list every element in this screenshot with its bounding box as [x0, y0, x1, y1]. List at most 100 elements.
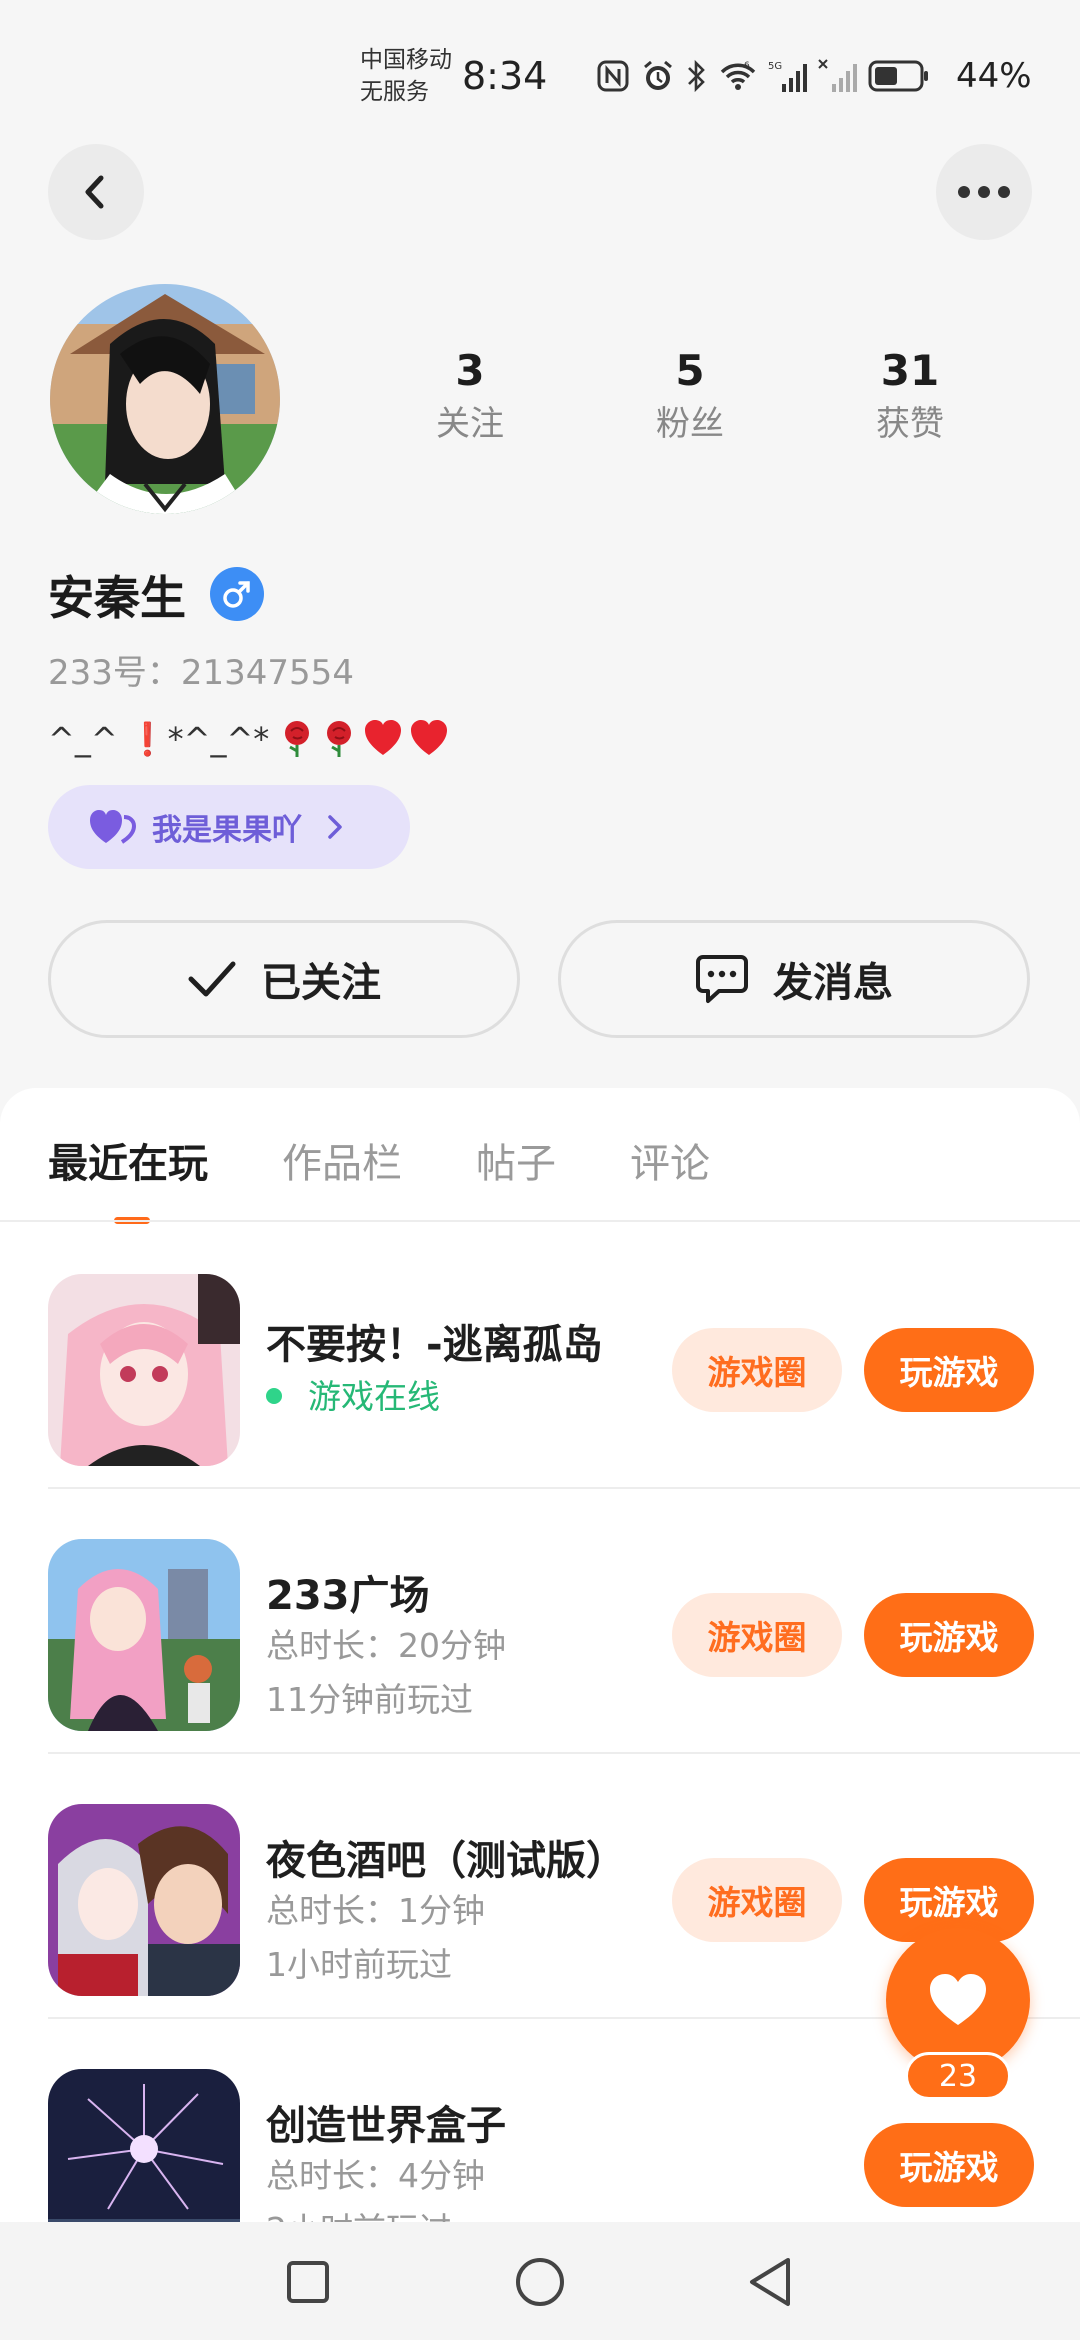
game-title: 夜色酒吧（测试版） [266, 1838, 626, 1884]
bio-text: ^_^ ❗*^_^* [48, 720, 270, 758]
tab-bar: 最近在玩 作品栏 帖子 评论 [48, 1124, 784, 1224]
square-icon [287, 2261, 329, 2303]
rose-icon [285, 721, 310, 757]
stat-label: 粉丝 [656, 404, 724, 444]
tab-label: 最近在玩 [48, 1141, 208, 1187]
tab-comments[interactable]: 评论 [630, 1124, 710, 1204]
game-thumbnail [48, 1804, 240, 1996]
like-count-badge: 23 [905, 2052, 1011, 2100]
stat-value: 3 [455, 346, 485, 395]
home-button[interactable] [510, 2252, 570, 2312]
content-panel: 最近在玩 作品栏 帖子 评论 不要按！-逃离孤岛 游戏在线 游戏圈 玩游戏 23… [0, 1088, 1080, 2340]
game-thumbnail [48, 1274, 240, 1466]
followed-button[interactable]: 已关注 [48, 920, 520, 1038]
signal-5g-icon: 5G [768, 61, 807, 92]
send-message-button[interactable]: 发消息 [558, 920, 1030, 1038]
play-game-button[interactable]: 玩游戏 [864, 2123, 1034, 2207]
gender-male-icon [210, 567, 264, 621]
triangle-back-icon [750, 2258, 790, 2306]
system-nav-bar [0, 2222, 1080, 2340]
followed-label: 已关注 [261, 960, 381, 1006]
total-playtime: 总时长：20分钟 [266, 1626, 506, 1665]
total-playtime: 总时长：4分钟 [266, 2156, 485, 2195]
stat-following[interactable]: 3 关注 [360, 345, 580, 449]
service-status: 无服务 [360, 79, 429, 105]
tab-label: 帖子 [476, 1141, 556, 1187]
purple-heart-icon [90, 810, 137, 844]
back-button[interactable] [48, 144, 144, 240]
battery-percent: 44% [956, 56, 1032, 96]
battery-icon [868, 60, 928, 92]
status-icons: 6 5G [596, 56, 930, 96]
online-status: 游戏在线 [266, 1370, 440, 1418]
game-icon[interactable] [48, 1539, 240, 1731]
game-row[interactable]: 不要按！-逃离孤岛 游戏在线 游戏圈 玩游戏 [48, 1224, 1080, 1489]
play-game-button[interactable]: 玩游戏 [864, 1593, 1034, 1677]
stat-label: 获赞 [876, 404, 944, 444]
play-game-button[interactable]: 玩游戏 [864, 1328, 1034, 1412]
bio-emoji [279, 719, 449, 759]
back-nav-button[interactable] [740, 2252, 800, 2312]
last-played: 11分钟前玩过 [266, 1680, 473, 1719]
recents-button[interactable] [278, 2252, 338, 2312]
chevron-right-icon [328, 815, 342, 839]
game-row[interactable]: 233广场 总时长：20分钟 11分钟前玩过 游戏圈 玩游戏 [48, 1489, 1080, 1754]
carrier-info: 中国移动 无服务 [360, 44, 452, 108]
avatar[interactable] [50, 284, 280, 514]
clock: 8:34 [462, 54, 548, 98]
svg-text:5G: 5G [768, 61, 782, 72]
rose-icon [327, 721, 352, 757]
nfc-icon [597, 60, 629, 92]
tab-label: 作品栏 [282, 1141, 402, 1187]
game-title: 不要按！-逃离孤岛 [266, 1322, 603, 1368]
tab-works[interactable]: 作品栏 [282, 1124, 402, 1204]
circle-icon [516, 2258, 564, 2306]
group-chip[interactable]: 我是果果吖 [48, 785, 410, 869]
male-symbol-icon [223, 581, 250, 608]
total-playtime: 总时长：1分钟 [266, 1891, 485, 1930]
account-id: 233号：21347554 [48, 653, 354, 693]
signal-no-service-icon [818, 59, 857, 92]
carrier-name: 中国移动 [360, 47, 452, 73]
tab-recently-played[interactable]: 最近在玩 [48, 1124, 208, 1224]
chat-bubble-icon [696, 955, 748, 1003]
send-message-label: 发消息 [773, 960, 893, 1006]
game-title: 创造世界盒子 [266, 2103, 506, 2149]
alarm-icon [644, 60, 672, 90]
last-played: 1小时前玩过 [266, 1945, 452, 1984]
heart-icon [411, 720, 448, 755]
online-dot [266, 1387, 282, 1404]
username: 安秦生 [48, 571, 186, 625]
bluetooth-icon [688, 59, 705, 93]
game-thumbnail [48, 1539, 240, 1731]
more-horizontal-icon [958, 186, 1010, 198]
divider [0, 1220, 1080, 1222]
avatar-image [50, 284, 280, 514]
game-title: 233广场 [266, 1573, 430, 1619]
game-circle-button[interactable]: 游戏圈 [672, 1593, 842, 1677]
more-button[interactable] [936, 144, 1032, 240]
game-icon[interactable] [48, 1804, 240, 1996]
game-circle-button[interactable]: 游戏圈 [672, 1328, 842, 1412]
tab-label: 评论 [630, 1141, 710, 1187]
like-fab-button[interactable] [886, 1928, 1030, 2072]
check-icon [188, 961, 236, 997]
svg-text:6: 6 [744, 61, 750, 71]
bio: ^_^ ❗*^_^* [48, 714, 449, 764]
heart-icon [365, 720, 402, 755]
tab-posts[interactable]: 帖子 [476, 1124, 556, 1204]
stat-value: 31 [880, 346, 940, 395]
stat-value: 5 [675, 346, 705, 395]
game-icon[interactable] [48, 1274, 240, 1466]
game-circle-button[interactable]: 游戏圈 [672, 1858, 842, 1942]
stat-label: 关注 [436, 404, 504, 444]
stat-followers[interactable]: 5 粉丝 [580, 345, 800, 449]
status-bar: 中国移动 无服务 8:34 6 5G 44% [0, 0, 1080, 150]
chevron-left-icon [85, 175, 104, 209]
online-label: 游戏在线 [308, 1377, 440, 1416]
profile-stats: 3 关注 5 粉丝 31 获赞 [360, 345, 1020, 449]
heart-icon [930, 1974, 986, 2025]
wifi-icon: 6 [720, 61, 756, 90]
group-chip-label: 我是果果吖 [152, 813, 302, 848]
stat-likes[interactable]: 31 获赞 [800, 345, 1020, 449]
